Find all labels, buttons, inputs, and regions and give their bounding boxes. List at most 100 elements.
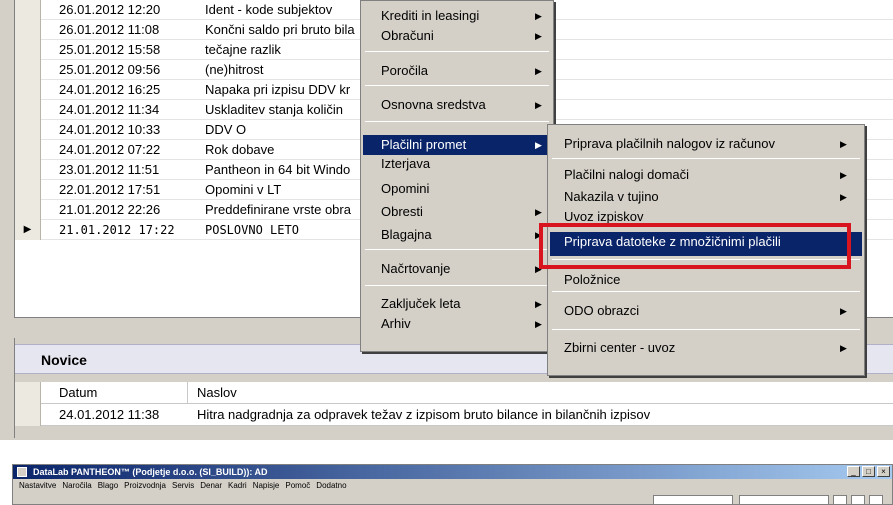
submenu-arrow-icon: ▶ bbox=[535, 11, 542, 21]
novice-row-date: 24.01.2012 11:38 bbox=[59, 407, 160, 422]
row-date: 24.01.2012 16:25 bbox=[59, 82, 161, 97]
row-title: (ne)hitrost bbox=[205, 62, 264, 77]
menu-separator bbox=[552, 158, 860, 159]
toolbar-button[interactable] bbox=[869, 495, 883, 505]
row-title: tečajne razlik bbox=[205, 42, 281, 57]
menu-item-label: Osnovna sredstva bbox=[381, 97, 486, 112]
menubar-item[interactable]: Proizvodnja bbox=[124, 479, 166, 493]
novice-row[interactable]: 24.01.2012 11:38 Hitra nadgradnja za odp… bbox=[15, 404, 893, 426]
menubar-item[interactable]: Pomoč bbox=[285, 479, 310, 493]
app-icon bbox=[17, 467, 27, 477]
submenu-item-label: Priprava plačilnih nalogov iz računov bbox=[564, 136, 776, 151]
menu-separator bbox=[365, 121, 549, 122]
menu-separator bbox=[552, 291, 860, 292]
submenu-item-label: Položnice bbox=[564, 272, 621, 287]
highlight-annotation bbox=[539, 223, 851, 269]
submenu-item[interactable]: Plačilni nalogi domači ▶ bbox=[550, 165, 862, 185]
row-indicator bbox=[15, 140, 41, 160]
menu-item-label: Krediti in leasingi bbox=[381, 8, 480, 23]
window-title-bar[interactable]: DataLab PANTHEON™ (Podjetje d.o.o. (SI_B… bbox=[13, 465, 892, 479]
submenu-item-label: Zbirni center - uvoz bbox=[564, 340, 676, 355]
row-title: Končni saldo pri bruto bila bbox=[205, 22, 355, 37]
menu-item-label: Plačilni promet bbox=[381, 137, 467, 152]
menubar-item[interactable]: Servis bbox=[172, 479, 194, 493]
row-indicator bbox=[15, 180, 41, 200]
menu-item-label: Blagajna bbox=[381, 227, 432, 242]
toolbar-field[interactable] bbox=[653, 495, 733, 505]
menu-bar: Nastavitve Naročila Blago Proizvodnja Servis… bbox=[13, 479, 892, 493]
row-date: 21.01.2012 17:22 bbox=[59, 223, 175, 237]
menubar-item[interactable]: Dodatno bbox=[316, 479, 346, 493]
row-title: DDV O bbox=[205, 122, 247, 137]
menu-item[interactable]: Opomini bbox=[363, 179, 551, 199]
row-title: Preddefinirane vrste obra bbox=[205, 202, 351, 217]
menu-item[interactable]: Načrtovanje ▶ bbox=[363, 259, 551, 279]
submenu-arrow-icon: ▶ bbox=[840, 139, 847, 149]
submenu-item-label: Plačilni nalogi domači bbox=[564, 167, 690, 182]
submenu-item[interactable]: ODO obrazci ▶ bbox=[550, 301, 862, 321]
submenu-arrow-icon: ▶ bbox=[840, 170, 847, 180]
submenu-item[interactable]: Priprava plačilnih nalogov iz računov ▶ bbox=[550, 134, 862, 154]
menubar-item[interactable]: Napisje bbox=[253, 479, 280, 493]
submenu-item-label: Uvoz izpiskov bbox=[564, 209, 644, 224]
menu-item[interactable]: Arhiv ▶ bbox=[363, 314, 551, 334]
submenu-arrow-icon: ▶ bbox=[840, 192, 847, 202]
toolbar-button[interactable] bbox=[851, 495, 865, 505]
close-button[interactable]: × bbox=[877, 466, 890, 477]
submenu-arrow-icon: ▶ bbox=[535, 31, 542, 41]
row-indicator bbox=[15, 40, 41, 60]
submenu-item[interactable]: Položnice bbox=[550, 270, 862, 290]
submenu-arrow-icon: ▶ bbox=[535, 100, 542, 110]
menu-item-label: Načrtovanje bbox=[381, 261, 451, 276]
menu-item[interactable]: Obračuni ▶ bbox=[363, 26, 551, 46]
menubar-item[interactable]: Blago bbox=[98, 479, 118, 493]
menu-item[interactable]: Izterjava bbox=[363, 154, 551, 174]
row-date: 25.01.2012 15:58 bbox=[59, 42, 161, 57]
menubar-item[interactable]: Kadri bbox=[228, 479, 247, 493]
toolbar-field[interactable] bbox=[739, 495, 829, 505]
menu-separator bbox=[365, 85, 549, 86]
menubar-item[interactable]: Denar bbox=[200, 479, 222, 493]
submenu-arrow-icon: ▶ bbox=[840, 306, 847, 316]
row-indicator bbox=[15, 80, 41, 100]
menu-separator bbox=[365, 249, 549, 250]
row-title: Pantheon in 64 bit Windo bbox=[205, 162, 351, 177]
row-date: 25.01.2012 09:56 bbox=[59, 62, 161, 77]
maximize-button[interactable]: □ bbox=[862, 466, 875, 477]
submenu-arrow-icon: ▶ bbox=[535, 207, 542, 217]
row-indicator bbox=[15, 100, 41, 120]
menu-item[interactable]: Osnovna sredstva ▶ bbox=[363, 95, 551, 115]
row-indicator bbox=[15, 160, 41, 180]
column-divider[interactable] bbox=[187, 382, 188, 404]
submenu-item[interactable]: Zbirni center - uvoz ▶ bbox=[550, 338, 862, 358]
row-indicator bbox=[15, 200, 41, 220]
menu-item-label: Obračuni bbox=[381, 28, 434, 43]
row-pointer-icon: ▶ bbox=[15, 220, 41, 240]
row-indicator bbox=[15, 0, 41, 20]
menubar-item[interactable]: Naročila bbox=[62, 479, 91, 493]
menu-item[interactable]: Krediti in leasingi ▶ bbox=[363, 6, 551, 26]
menu-item[interactable]: Zaključek leta ▶ bbox=[363, 294, 551, 314]
menu-item-label: Opomini bbox=[381, 181, 430, 196]
minimize-button[interactable]: _ bbox=[847, 466, 860, 477]
row-title: Uskladitev stanja količin bbox=[205, 102, 344, 117]
toolbar-button[interactable] bbox=[833, 495, 847, 505]
menu-item[interactable]: Blagajna ▶ bbox=[363, 225, 551, 245]
menu-item[interactable]: Obresti ▶ bbox=[363, 202, 551, 222]
menu-item[interactable]: Poročila ▶ bbox=[363, 61, 551, 81]
menu-item-label: Arhiv bbox=[381, 316, 411, 331]
novice-row-title: Hitra nadgradnja za odpravek težav z izp… bbox=[197, 407, 651, 422]
column-header-date[interactable]: Datum bbox=[59, 385, 97, 400]
pantheon-window: DataLab PANTHEON™ (Podjetje d.o.o. (SI_B… bbox=[12, 464, 893, 505]
submenu-item[interactable]: Nakazila v tujino ▶ bbox=[550, 187, 862, 207]
row-title: Opomini v LT bbox=[205, 182, 282, 197]
column-header-title[interactable]: Naslov bbox=[197, 385, 237, 400]
row-date: 24.01.2012 10:33 bbox=[59, 122, 161, 137]
menu-item[interactable]: Plačilni promet ▶ bbox=[363, 135, 551, 155]
menubar-item[interactable]: Nastavitve bbox=[19, 479, 56, 493]
submenu-arrow-icon: ▶ bbox=[840, 343, 847, 353]
row-title: Napaka pri izpisu DDV kr bbox=[205, 82, 351, 97]
menu-separator bbox=[552, 329, 860, 330]
row-date: 26.01.2012 11:08 bbox=[59, 22, 160, 37]
submenu-arrow-icon: ▶ bbox=[535, 66, 542, 76]
